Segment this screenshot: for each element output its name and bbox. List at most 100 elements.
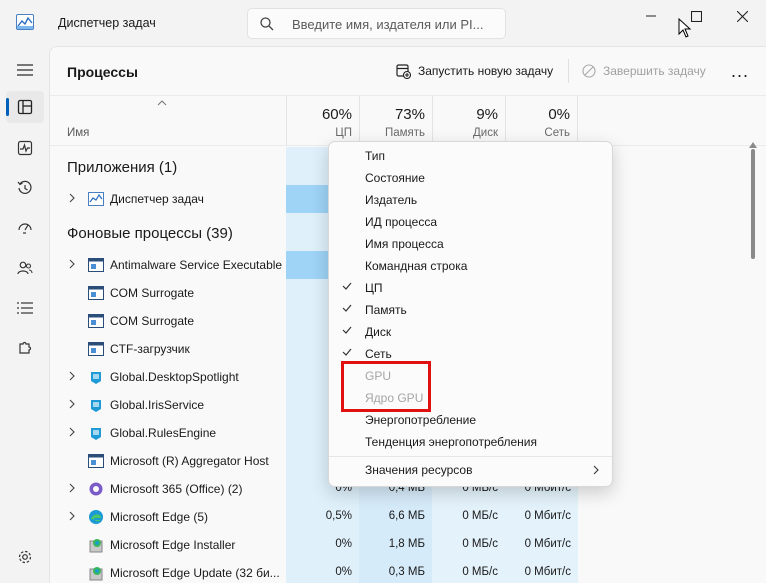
cell-disk: 0 МБ/с bbox=[462, 538, 498, 550]
process-name: Microsoft Edge Installer bbox=[110, 538, 236, 552]
menu-item-column-toggle[interactable]: Имя процесса bbox=[329, 233, 612, 255]
process-name: CTF-загрузчик bbox=[110, 342, 190, 356]
menu-item-column-toggle[interactable]: Тенденция энергопотребления bbox=[329, 431, 612, 453]
nav-services[interactable] bbox=[6, 332, 44, 364]
column-memory-header[interactable]: 73% Память bbox=[359, 96, 432, 146]
search-box[interactable] bbox=[247, 8, 506, 39]
menu-item-label: Тенденция энергопотребления bbox=[365, 435, 538, 449]
new-task-icon bbox=[396, 63, 411, 79]
menu-item-column-toggle[interactable]: ИД процесса bbox=[329, 211, 612, 233]
checkmark-icon bbox=[342, 326, 352, 334]
network-total: 0% bbox=[548, 106, 570, 123]
column-context-menu: Тип Состояние Издатель ИД процесса Имя проце… bbox=[328, 141, 613, 487]
cell-net: 0 Мбит/с bbox=[524, 510, 571, 522]
checkmark-icon bbox=[342, 348, 352, 356]
cell-disk: 0 МБ/с bbox=[462, 510, 498, 522]
process-name: Global.IrisService bbox=[110, 398, 205, 412]
end-task-icon bbox=[582, 64, 596, 78]
menu-item-column-toggle[interactable]: Диск bbox=[329, 321, 612, 343]
nav-settings[interactable] bbox=[6, 541, 44, 573]
disk-total: 9% bbox=[476, 106, 498, 123]
annotation-highlight-box bbox=[341, 361, 431, 412]
chevron-right-icon[interactable] bbox=[69, 371, 75, 381]
search-input[interactable] bbox=[292, 15, 498, 33]
run-new-task-button[interactable]: Запустить новую задачу bbox=[388, 56, 561, 86]
checkmark-icon bbox=[342, 304, 352, 312]
sort-ascending-icon bbox=[157, 100, 167, 106]
gear-icon bbox=[18, 550, 32, 564]
minimize-button[interactable] bbox=[628, 0, 674, 32]
hamburger-menu-button[interactable] bbox=[6, 54, 44, 86]
chevron-right-icon[interactable] bbox=[69, 193, 75, 203]
window-title: Диспетчер задач bbox=[58, 16, 156, 30]
section-background: Фоновые процессы (39) bbox=[67, 225, 233, 242]
nav-users[interactable] bbox=[6, 252, 44, 284]
users-icon bbox=[17, 261, 33, 275]
process-name: Microsoft Edge (5) bbox=[110, 510, 209, 524]
disk-label: Диск bbox=[473, 127, 498, 139]
menu-item-label: Память bbox=[365, 303, 407, 317]
hamburger-icon bbox=[17, 64, 33, 76]
menu-item-label: Тип bbox=[365, 149, 386, 163]
menu-item-label: Диск bbox=[365, 325, 392, 339]
nav-startup-apps[interactable] bbox=[6, 212, 44, 244]
startup-gauge-icon bbox=[18, 223, 32, 234]
table-row[interactable]: Microsoft Edge Installer 0% 1,8 МБ 0 МБ/с 0 … bbox=[50, 531, 750, 559]
menu-item-column-toggle[interactable]: Состояние bbox=[329, 167, 612, 189]
process-name: Microsoft 365 (Office) (2) bbox=[110, 482, 243, 496]
menu-item-label: ЦП bbox=[365, 281, 383, 295]
nav-details[interactable] bbox=[6, 292, 44, 324]
menu-item-column-toggle[interactable]: Память bbox=[329, 299, 612, 321]
menu-item-resource-values[interactable]: Значения ресурсов bbox=[329, 459, 612, 481]
menu-item-column-toggle[interactable]: Тип bbox=[329, 145, 612, 167]
column-cpu-header[interactable]: 60% ЦП bbox=[286, 96, 359, 146]
menu-item-label: Энергопотребление bbox=[365, 413, 477, 427]
menu-item-column-toggle[interactable]: Командная строка bbox=[329, 255, 612, 277]
title-bar: Диспетчер задач bbox=[0, 0, 766, 46]
column-disk-header[interactable]: 9% Диск bbox=[432, 96, 505, 146]
nav-app-history[interactable] bbox=[6, 172, 44, 204]
window-icon bbox=[88, 285, 104, 301]
menu-item-column-toggle[interactable]: Энергопотребление bbox=[329, 409, 612, 431]
cell-net: 0 Мбит/с bbox=[524, 566, 571, 578]
nav-processes[interactable] bbox=[6, 91, 44, 123]
table-row[interactable]: Microsoft Edge (5) 0,5% 6,6 МБ 0 МБ/с 0 Мбит… bbox=[50, 503, 750, 531]
minimize-icon bbox=[646, 15, 656, 17]
cell-mem: 1,8 МБ bbox=[388, 538, 425, 550]
close-button[interactable] bbox=[719, 0, 765, 32]
chevron-right-icon[interactable] bbox=[69, 427, 75, 437]
window-icon bbox=[88, 453, 104, 469]
process-name: COM Surrogate bbox=[110, 314, 195, 328]
column-name-header[interactable]: Имя bbox=[50, 96, 286, 146]
window-icon bbox=[88, 313, 104, 329]
spotlight-icon bbox=[88, 369, 104, 385]
end-task-button[interactable]: Завершить задачу bbox=[574, 56, 714, 86]
mouse-cursor-icon bbox=[678, 18, 692, 38]
window-icon bbox=[88, 341, 104, 357]
scroll-up-arrow-icon[interactable] bbox=[749, 142, 757, 148]
scrollbar-thumb[interactable] bbox=[751, 149, 755, 259]
cpu-total: 60% bbox=[321, 106, 352, 123]
column-header: Имя 60% ЦП 73% Память 9% Диск 0% Сеть bbox=[50, 95, 766, 146]
menu-item-label: Командная строка bbox=[365, 259, 468, 273]
chevron-right-icon[interactable] bbox=[69, 483, 75, 493]
chevron-right-icon[interactable] bbox=[69, 259, 75, 269]
search-icon bbox=[260, 17, 274, 31]
task-manager-app-icon bbox=[16, 14, 34, 30]
chevron-right-icon[interactable] bbox=[69, 511, 75, 521]
nav-performance[interactable] bbox=[6, 132, 44, 164]
chevron-right-icon[interactable] bbox=[69, 399, 75, 409]
table-row[interactable]: Microsoft Edge Update (32 би... 0% 0,3 МБ 0… bbox=[50, 559, 750, 583]
processes-icon bbox=[17, 99, 33, 115]
menu-item-column-toggle[interactable]: ЦП bbox=[329, 277, 612, 299]
menu-item-column-toggle[interactable]: Издатель bbox=[329, 189, 612, 211]
more-options-button[interactable]: ... bbox=[725, 61, 755, 81]
cell-mem: 6,6 МБ bbox=[388, 510, 425, 522]
process-name: Global.RulesEngine bbox=[110, 426, 217, 440]
memory-total: 73% bbox=[394, 106, 425, 123]
menu-item-label: Издатель bbox=[365, 193, 418, 207]
section-apps: Приложения (1) bbox=[67, 159, 178, 176]
cell-cpu: 0,5% bbox=[325, 510, 352, 522]
office-icon bbox=[88, 481, 104, 497]
column-network-header[interactable]: 0% Сеть bbox=[505, 96, 578, 146]
